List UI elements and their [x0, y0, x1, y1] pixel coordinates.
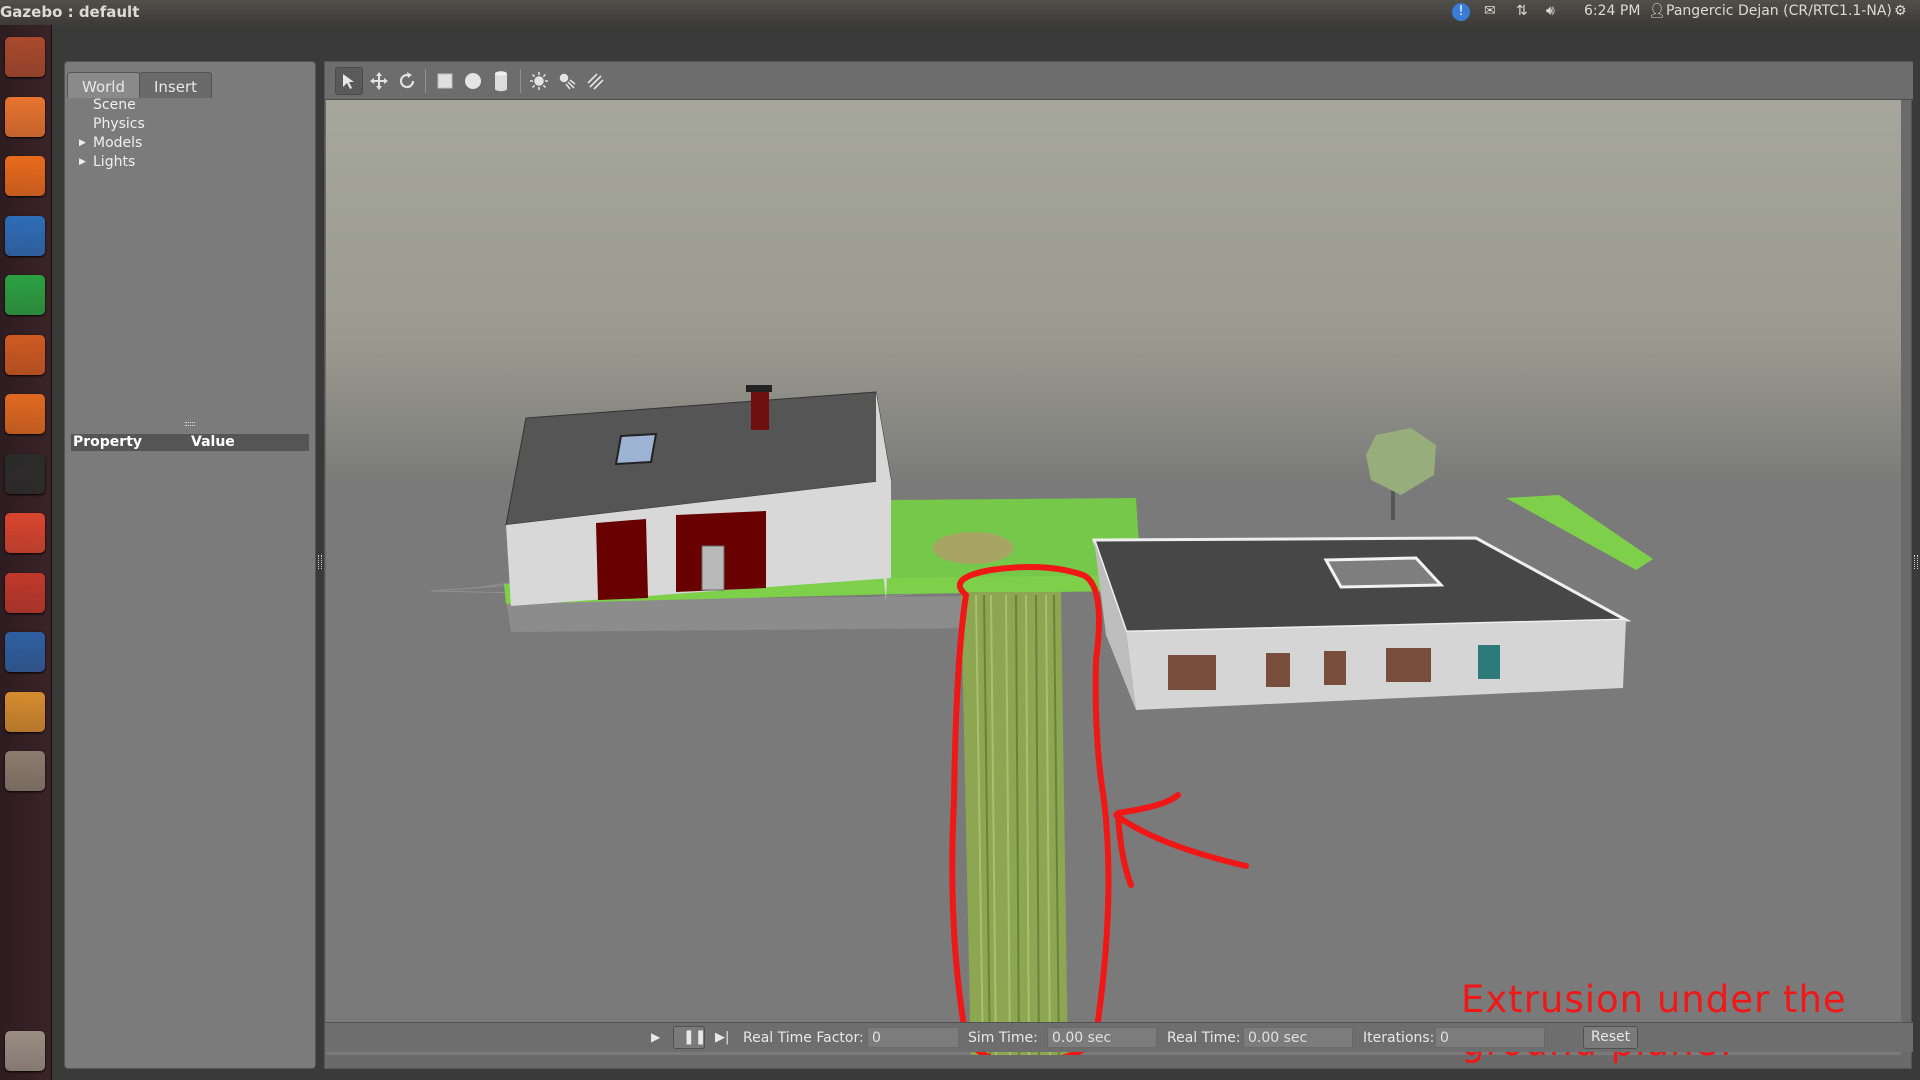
cylinder-icon[interactable]	[487, 67, 515, 95]
translate-icon[interactable]	[365, 67, 393, 95]
point-light-icon[interactable]	[525, 67, 553, 95]
select-arrow-icon[interactable]	[335, 67, 363, 95]
ubuntu-dash-launcher-button[interactable]	[2, 31, 48, 83]
tree-model	[1366, 428, 1436, 520]
files-folder-icon	[5, 96, 45, 137]
iterations-label: Iterations:	[1363, 1030, 1435, 1046]
real-time-field: 0.00 sec	[1243, 1027, 1353, 1048]
toolbar	[325, 62, 1913, 100]
pause-icon: ❚❚	[683, 1029, 707, 1045]
real-time-factor-field: 0	[867, 1027, 959, 1048]
terminal-icon	[5, 453, 45, 494]
expand-arrow-icon[interactable]: ▶	[79, 153, 86, 172]
user-name[interactable]: Pangercic Dejan (CR/RTC1.1-NA)	[1666, 3, 1892, 19]
sphere-icon[interactable]	[459, 67, 487, 95]
tree-item-scene[interactable]: Scene	[79, 96, 309, 115]
property-table-header: Property Value	[71, 434, 309, 451]
firefox-icon	[5, 156, 45, 196]
directional-light-icon[interactable]	[581, 67, 609, 95]
libreoffice-impress-launcher-button[interactable]	[2, 329, 48, 381]
launcher	[0, 25, 52, 1080]
status-bar: ▶ ❚❚ ▶| Real Time Factor: 0 Sim Time: 0.…	[325, 1022, 1913, 1052]
red-house-model	[505, 385, 892, 606]
settings-gear-icon[interactable]: ⚙	[1894, 3, 1907, 19]
trash-launcher-button[interactable]	[2, 1025, 48, 1077]
tree-item-label: Lights	[93, 154, 136, 170]
volume-icon[interactable]: 🔊︎	[1546, 3, 1555, 19]
system-settings-launcher-button[interactable]	[2, 567, 48, 619]
top-panel: Gazebo : default ! ✉ ⇅ 🔊︎ 6:24 PM 👤︎ Pan…	[0, 0, 1920, 25]
user-icon: 👤︎	[1648, 3, 1666, 19]
libreoffice-calc-launcher-button[interactable]	[2, 269, 48, 321]
system-settings-icon	[5, 572, 45, 613]
shrub	[933, 532, 1013, 564]
libreoffice-calc-icon	[5, 275, 45, 315]
package-box-icon	[5, 691, 45, 732]
property-column-header[interactable]: Property	[73, 434, 142, 451]
info-icon[interactable]: !	[1452, 3, 1470, 21]
sim-time-field: 0.00 sec	[1047, 1027, 1157, 1048]
panel-resize-handle[interactable]	[318, 555, 322, 569]
tree-item-physics[interactable]: Physics	[79, 115, 309, 134]
gazebo-window: World Insert Scene Physics ▶ Models ▶ Ligh…	[52, 25, 1920, 1080]
real-time-factor-label: Real Time Factor:	[743, 1030, 864, 1046]
chrome-launcher-button[interactable]	[2, 507, 48, 559]
pause-button[interactable]: ❚❚	[673, 1026, 707, 1049]
rotate-icon[interactable]	[393, 67, 421, 95]
software-center-launcher-button[interactable]	[2, 388, 48, 440]
window-title: Gazebo : default	[0, 3, 140, 21]
left-panel: World Insert Scene Physics ▶ Models ▶ Ligh…	[64, 61, 316, 1069]
right-panel-handle[interactable]	[1914, 555, 1918, 569]
window-manager-launcher-button[interactable]	[2, 745, 48, 797]
sim-time-label: Sim Time:	[968, 1030, 1038, 1046]
tree-item-label: Scene	[93, 97, 136, 113]
tree-item-models[interactable]: ▶ Models	[79, 134, 309, 153]
tab-world[interactable]: World	[67, 72, 140, 98]
3d-viewport[interactable]: Extrusion under the ground plane!	[326, 100, 1901, 1066]
files-folder-launcher-button[interactable]	[2, 91, 48, 143]
scene-render	[430, 385, 1653, 1066]
thunderbird-launcher-button[interactable]	[2, 626, 48, 678]
play-icon[interactable]: ▶	[651, 1030, 660, 1044]
software-center-icon	[5, 394, 45, 434]
reset-button[interactable]: Reset	[1583, 1026, 1639, 1049]
value-column-header[interactable]: Value	[191, 434, 235, 451]
box-icon[interactable]	[431, 67, 459, 95]
thunderbird-icon	[5, 632, 45, 672]
network-icon[interactable]: ⇅	[1516, 3, 1528, 19]
ubuntu-dash-icon	[5, 37, 45, 77]
tree-item-label: Physics	[93, 116, 145, 132]
flat-roof-building-model	[1091, 495, 1653, 710]
trash-icon	[5, 1031, 45, 1071]
real-time-label: Real Time:	[1167, 1030, 1241, 1046]
mail-icon[interactable]: ✉	[1484, 3, 1496, 19]
tab-insert[interactable]: Insert	[139, 72, 213, 98]
iterations-field: 0	[1435, 1027, 1545, 1048]
libreoffice-writer-launcher-button[interactable]	[2, 210, 48, 262]
world-tree: Scene Physics ▶ Models ▶ Lights	[79, 96, 309, 172]
package-box-launcher-button[interactable]	[2, 686, 48, 738]
splitter-handle[interactable]	[185, 422, 195, 426]
tree-item-lights[interactable]: ▶ Lights	[79, 153, 309, 172]
terminal-launcher-button[interactable]	[2, 448, 48, 500]
libreoffice-impress-icon	[5, 334, 45, 375]
libreoffice-writer-icon	[5, 215, 45, 256]
step-icon[interactable]: ▶|	[715, 1030, 729, 1045]
chrome-icon	[5, 513, 45, 553]
firefox-launcher-button[interactable]	[2, 150, 48, 202]
tree-item-label: Models	[93, 135, 143, 151]
window-manager-icon	[5, 751, 45, 791]
clock[interactable]: 6:24 PM	[1584, 3, 1640, 19]
expand-arrow-icon[interactable]: ▶	[79, 134, 86, 153]
extruded-terrain-column	[961, 592, 1068, 1065]
render-area: Extrusion under the ground plane! ▶ ❚❚ ▶…	[324, 61, 1913, 1069]
spot-light-icon[interactable]	[553, 67, 581, 95]
